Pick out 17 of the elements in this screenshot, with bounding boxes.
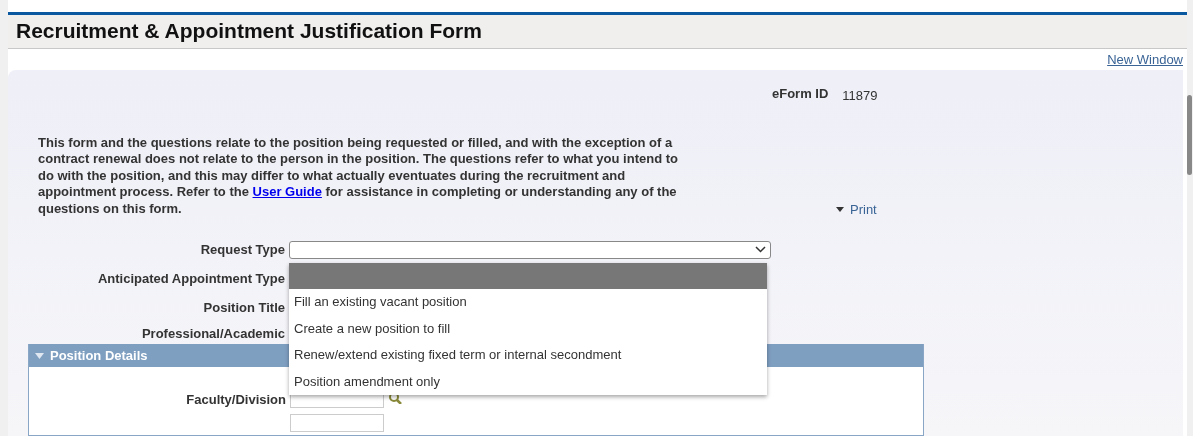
section-title: Position Details [50,348,148,363]
intro-paragraph: This form and the questions relate to the position being requested or filled, and with the exception of a contract renewal does not relate to the person in the position. The questions refer to what you intend to do with the position, and this may differ to what actually eventuates during the recruitment and appointment process. Refer to the User Guide for assistance in completing or understanding any of the questions on this form. [38,134,679,217]
eform-id-value: 11879 [842,86,878,103]
field-label: Professional/Academic [140,325,286,341]
field-label: Anticipated Appointment Type [96,271,286,286]
new-window-link[interactable]: New Window [1107,51,1183,67]
eform-id-label: eForm ID [772,85,829,103]
page-title: Recruitment & Appointment Justification Form [16,19,482,44]
field-label: Position Title [202,300,286,315]
field-label: Request Type [199,242,286,257]
field-label: Faculty/Division [185,391,287,407]
user-guide-link[interactable]: User Guide [252,184,322,199]
dropdown-option[interactable]: Create a new position to fill [289,315,767,342]
dropdown-option[interactable]: Fill an existing vacant position [289,289,767,316]
dropdown-option[interactable]: Position amendment only [289,368,767,395]
dropdown-option[interactable]: Renew/extend existing fixed term or internal secondment [289,342,767,369]
print-link[interactable]: Print [836,202,877,217]
